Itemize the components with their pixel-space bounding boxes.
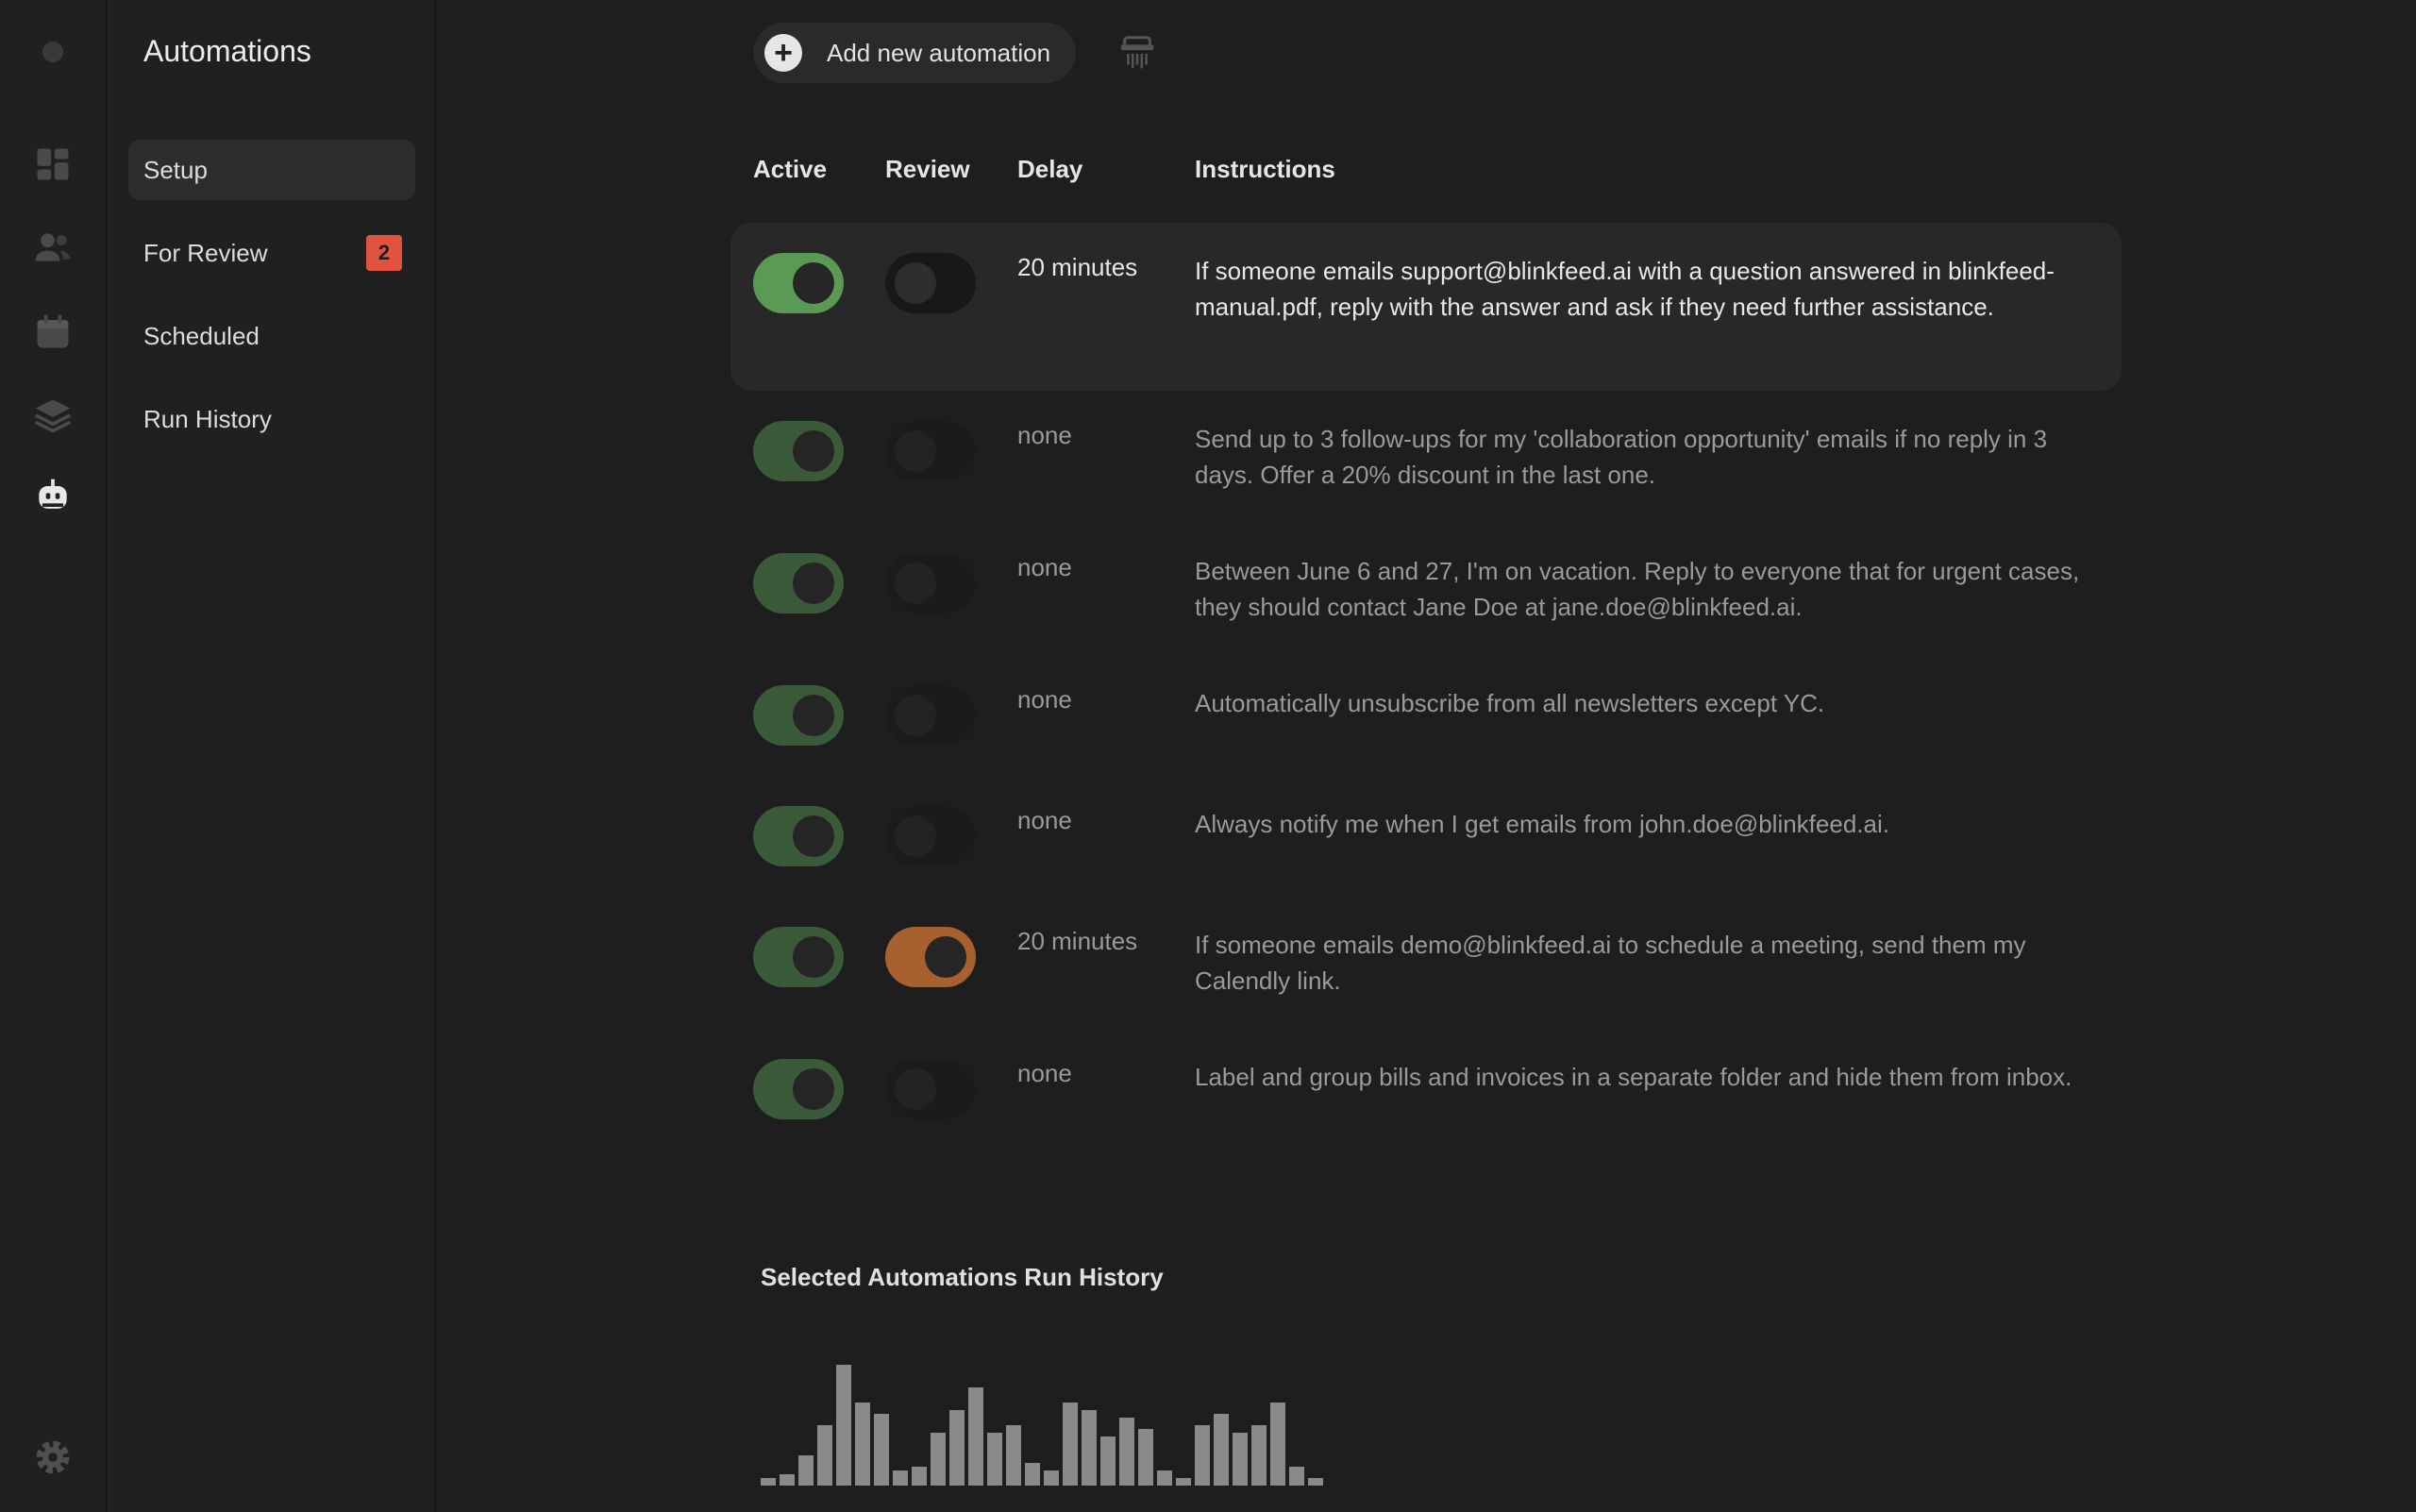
history-bar: [761, 1478, 776, 1486]
review-toggle[interactable]: [885, 553, 976, 613]
delay-value: none: [1017, 685, 1072, 714]
nav-item-run-history[interactable]: Run History: [128, 389, 415, 449]
history-bar: [1025, 1463, 1040, 1486]
automation-row[interactable]: none Send up to 3 follow-ups for my 'col…: [730, 421, 2122, 534]
run-history-title: Selected Automations Run History: [761, 1263, 1164, 1291]
automation-row[interactable]: none Always notify me when I get emails …: [730, 806, 2122, 891]
history-bar: [780, 1474, 795, 1486]
history-bar: [1270, 1403, 1285, 1486]
automation-row[interactable]: none Automatically unsubscribe from all …: [730, 685, 2122, 770]
calendar-icon[interactable]: [28, 308, 77, 357]
review-count-badge: 2: [366, 235, 402, 271]
delay-value: 20 minutes: [1017, 253, 1138, 281]
history-bar: [836, 1365, 851, 1486]
history-bar: [1044, 1470, 1059, 1486]
history-bar: [1006, 1425, 1021, 1486]
history-bar: [949, 1410, 965, 1486]
history-bar: [1233, 1433, 1248, 1486]
review-toggle[interactable]: [885, 806, 976, 866]
plus-icon: +: [764, 34, 802, 72]
nav-item-label: Run History: [143, 404, 272, 433]
nav-item-scheduled[interactable]: Scheduled: [128, 306, 415, 366]
history-bar: [968, 1387, 983, 1486]
history-bar: [1214, 1414, 1229, 1486]
automation-row[interactable]: 20 minutes If someone emails support@bli…: [730, 223, 2122, 391]
automation-row[interactable]: 20 minutes If someone emails demo@blinkf…: [730, 927, 2122, 1040]
delay-value: none: [1017, 421, 1072, 449]
automation-row[interactable]: none Label and group bills and invoices …: [730, 1059, 2122, 1172]
nav-item-label: Scheduled: [143, 321, 260, 350]
history-bar: [931, 1433, 946, 1486]
history-bar: [874, 1414, 889, 1486]
review-toggle[interactable]: [885, 253, 976, 313]
history-bar: [1138, 1429, 1153, 1486]
add-automation-label: Add new automation: [827, 38, 1051, 67]
delay-value: none: [1017, 553, 1072, 581]
robot-icon[interactable]: [28, 472, 77, 521]
review-toggle[interactable]: [885, 421, 976, 481]
active-toggle[interactable]: [753, 1059, 844, 1119]
instruction-text: If someone emails demo@blinkfeed.ai to s…: [1195, 931, 2026, 995]
history-bar: [798, 1455, 814, 1486]
active-toggle[interactable]: [753, 927, 844, 987]
history-bar: [912, 1467, 927, 1486]
active-toggle[interactable]: [753, 421, 844, 481]
history-bar: [1289, 1467, 1304, 1486]
history-bar: [1308, 1478, 1323, 1486]
column-header-instructions[interactable]: Instructions: [1195, 155, 1335, 184]
automations-sidebar: Automations Setup For Review 2 Scheduled…: [108, 0, 436, 1512]
nav-item-label: Setup: [143, 155, 208, 184]
history-bar: [1251, 1425, 1267, 1486]
contacts-icon[interactable]: [28, 223, 77, 272]
history-bar: [1119, 1418, 1134, 1486]
history-bar: [1157, 1470, 1172, 1486]
column-header-active[interactable]: Active: [753, 155, 827, 184]
active-toggle[interactable]: [753, 253, 844, 313]
instruction-text: Label and group bills and invoices in a …: [1195, 1063, 2072, 1091]
status-dot: [42, 42, 63, 62]
nav-item-for-review[interactable]: For Review 2: [128, 223, 415, 283]
sidebar-title: Automations: [143, 34, 311, 68]
history-bar: [1100, 1436, 1116, 1486]
active-toggle[interactable]: [753, 553, 844, 613]
layers-icon[interactable]: [28, 391, 77, 440]
nav-item-setup[interactable]: Setup: [128, 140, 415, 200]
shred-icon[interactable]: [1116, 32, 1159, 76]
delay-value: none: [1017, 1059, 1072, 1087]
instruction-text: Send up to 3 follow-ups for my 'collabor…: [1195, 425, 2048, 489]
icon-rail: [0, 0, 108, 1512]
column-header-delay[interactable]: Delay: [1017, 155, 1082, 184]
review-toggle[interactable]: [885, 927, 976, 987]
main-content: + Add new automation Active Review Delay…: [436, 0, 2416, 1512]
history-bar: [817, 1425, 832, 1486]
dashboard-icon[interactable]: [28, 140, 77, 189]
nav-item-label: For Review: [143, 238, 268, 267]
instruction-text: Automatically unsubscribe from all newsl…: [1195, 689, 1825, 717]
review-toggle[interactable]: [885, 1059, 976, 1119]
history-bar: [893, 1470, 908, 1486]
review-toggle[interactable]: [885, 685, 976, 746]
history-bar: [1195, 1425, 1210, 1486]
history-bar: [855, 1403, 870, 1486]
automation-row[interactable]: none Between June 6 and 27, I'm on vacat…: [730, 553, 2122, 666]
settings-icon[interactable]: [28, 1433, 77, 1482]
active-toggle[interactable]: [753, 685, 844, 746]
add-automation-button[interactable]: + Add new automation: [753, 23, 1076, 83]
delay-value: none: [1017, 806, 1072, 834]
history-bar: [1176, 1478, 1191, 1486]
history-bar: [1063, 1403, 1078, 1486]
history-bar: [987, 1433, 1002, 1486]
active-toggle[interactable]: [753, 806, 844, 866]
instruction-text: Between June 6 and 27, I'm on vacation. …: [1195, 557, 2080, 621]
instruction-text: If someone emails support@blinkfeed.ai w…: [1195, 257, 2055, 321]
instruction-text: Always notify me when I get emails from …: [1195, 810, 1889, 838]
column-header-review[interactable]: Review: [885, 155, 970, 184]
history-bar: [1082, 1410, 1097, 1486]
run-history-chart: [761, 1365, 1323, 1486]
delay-value: 20 minutes: [1017, 927, 1138, 955]
